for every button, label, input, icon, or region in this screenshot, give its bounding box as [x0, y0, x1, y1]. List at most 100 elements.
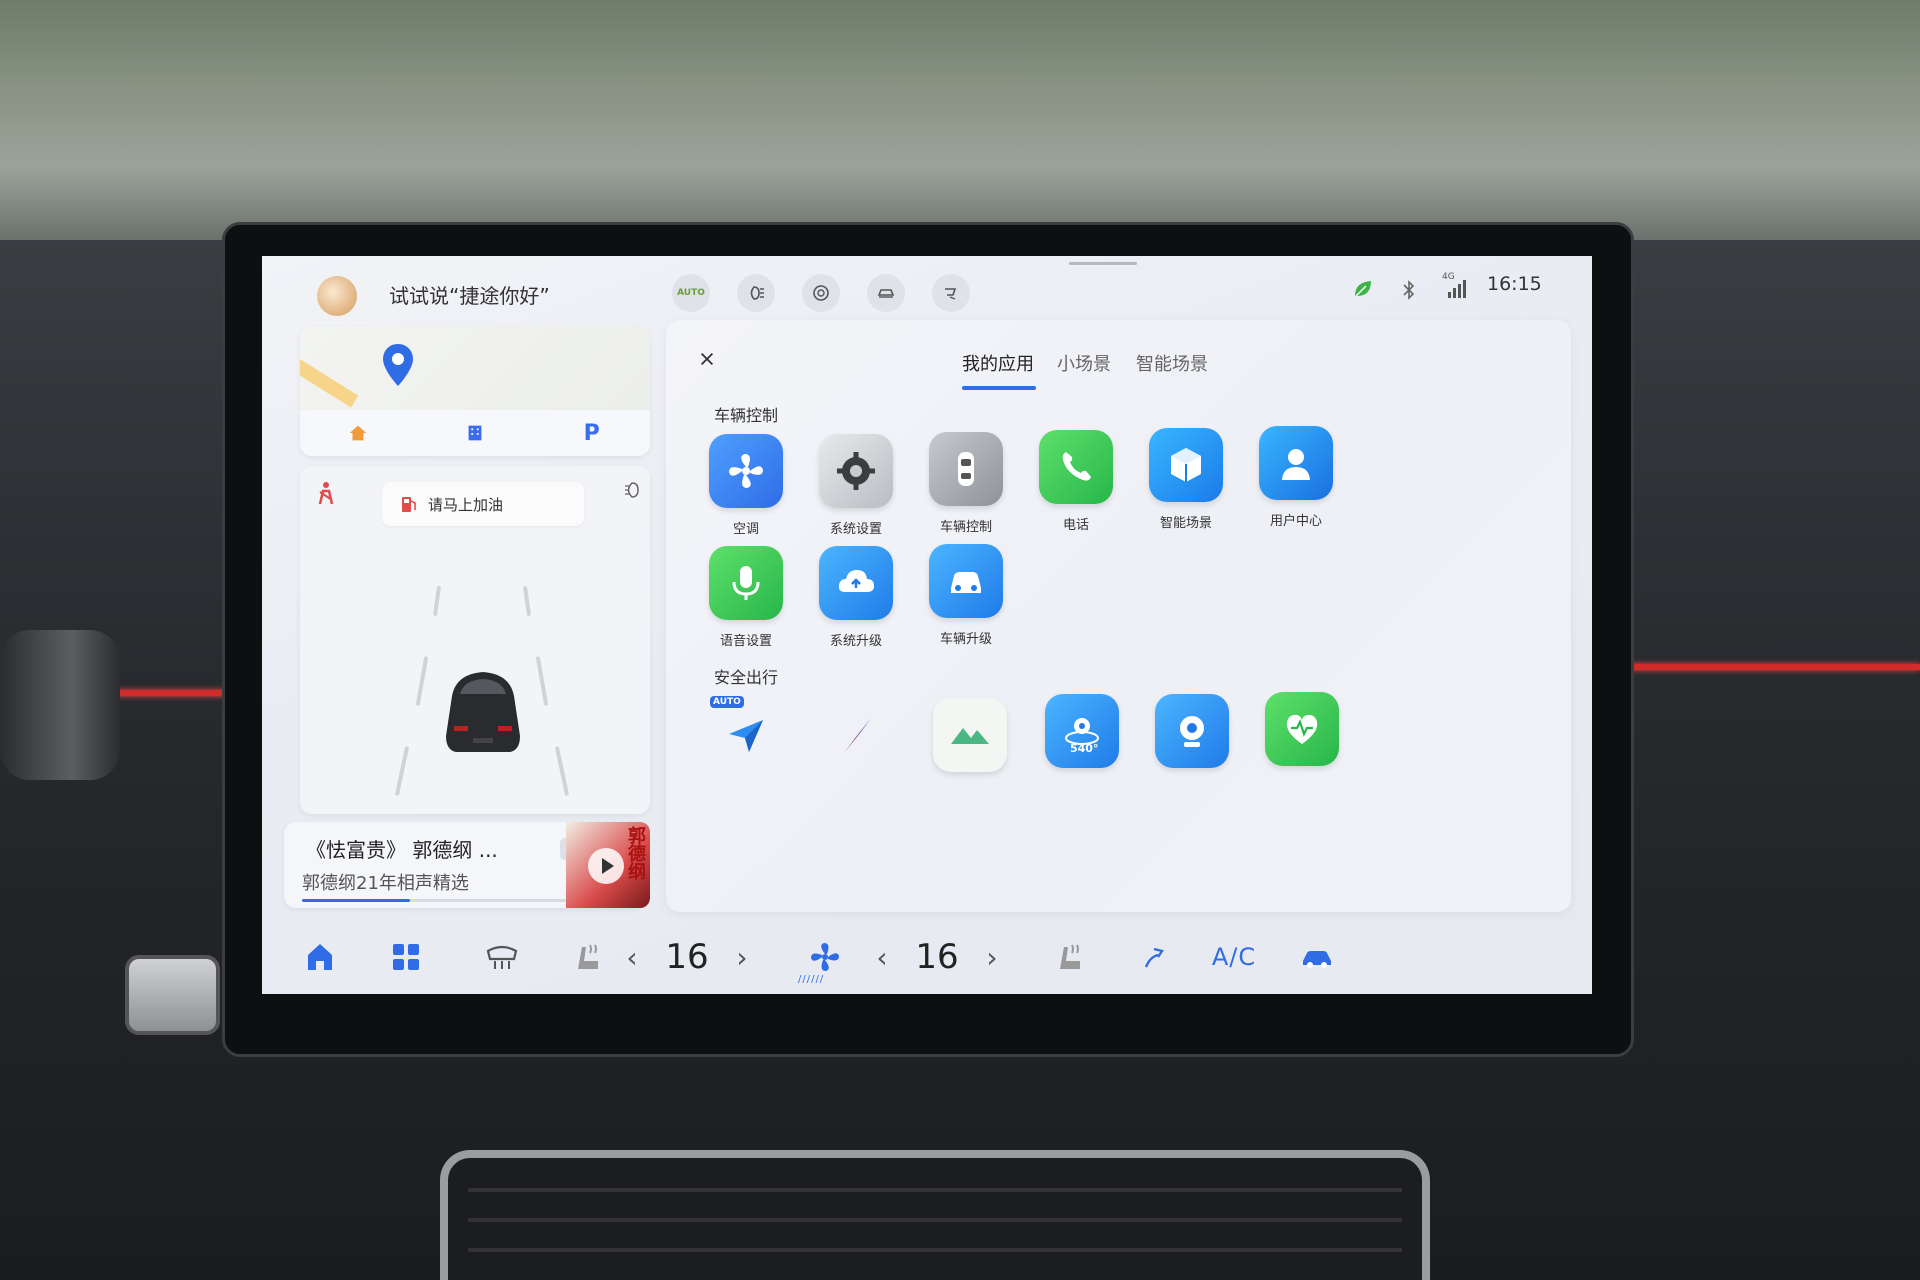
car-upgrade-icon	[929, 544, 1003, 618]
app-label: 系统升级	[829, 634, 882, 649]
mountain-icon	[933, 698, 1007, 772]
app-phone[interactable]: 电话	[1016, 430, 1136, 533]
phone-icon	[1039, 430, 1113, 504]
driver-temperature: 16	[665, 937, 709, 977]
fuel-reminder-text: 请马上加油	[428, 495, 504, 514]
section-safe-travel: 安全出行	[714, 668, 779, 687]
tire-pressure-icon[interactable]	[802, 274, 840, 312]
bluetooth-icon	[1403, 280, 1415, 300]
voice-assistant-avatar[interactable]	[317, 276, 357, 316]
driver-temp-up[interactable]: ›	[722, 920, 762, 994]
tab-smart-scenes[interactable]: 智能场景	[1136, 350, 1208, 376]
media-subtitle: 郭德纲21年相声精选	[302, 873, 469, 894]
fog-light-icon[interactable]	[737, 274, 775, 312]
home-button[interactable]	[290, 920, 350, 994]
seat-ventilation-icon[interactable]	[932, 274, 970, 312]
tab-my-apps[interactable]: 我的应用	[962, 350, 1034, 376]
app-auto-navigation[interactable]: AUTO	[686, 696, 806, 772]
app-vehicle-control[interactable]: 车辆控制	[906, 432, 1026, 535]
status-bar: 试试说“捷途你好” AUTO 4G 16:15	[262, 256, 1592, 320]
auto-headlight-icon[interactable]: AUTO	[672, 274, 710, 312]
fuel-pump-icon	[402, 497, 416, 512]
windshield-background	[0, 0, 1920, 240]
voice-hint-text[interactable]: 试试说“捷途你好”	[389, 280, 550, 309]
seat-heat-icon	[1060, 944, 1080, 969]
infotainment-screen: 试试说“捷途你好” AUTO 4G 16:15 P 请马上加油 《怯富贵》 郭德…	[262, 256, 1592, 994]
health-heart-icon	[1265, 692, 1339, 766]
app-label: 系统设置	[829, 522, 882, 537]
album-art[interactable]: 郭德纲	[566, 822, 650, 908]
fan-icon	[709, 434, 783, 508]
app-grid-button[interactable]	[376, 920, 436, 994]
app-scenic[interactable]	[910, 698, 1030, 772]
app-air-conditioner[interactable]: 空调	[686, 434, 806, 537]
user-icon	[1259, 426, 1333, 500]
car-trunk-icon[interactable]	[867, 274, 905, 312]
close-icon[interactable]	[694, 346, 720, 372]
app-vehicle-upgrade[interactable]: 车辆升级	[906, 544, 1026, 647]
company-icon[interactable]	[455, 415, 495, 451]
app-system-upgrade[interactable]: 系统升级	[796, 546, 916, 649]
app-compass[interactable]	[798, 698, 918, 772]
app-drawer-panel: 我的应用 小场景 智能场景 车辆控制 空调 系统设置 车辆控制 电话 智能场景 …	[666, 320, 1571, 912]
camera-540-badge: 540°	[1070, 742, 1099, 755]
ambient-light-right	[1612, 664, 1920, 670]
passenger-temp-down[interactable]: ‹	[862, 920, 902, 994]
lane-line	[554, 746, 570, 796]
app-health-monitor[interactable]	[1242, 692, 1362, 766]
gear-shifter	[0, 630, 120, 780]
driver-seat-heat-button[interactable]	[558, 920, 618, 994]
seat-heat-icon	[578, 944, 598, 969]
car-status-button[interactable]	[1282, 920, 1352, 994]
passenger-temp-up[interactable]: ›	[972, 920, 1012, 994]
app-user-center[interactable]: 用户中心	[1236, 426, 1356, 529]
rear-defrost-button[interactable]	[472, 920, 532, 994]
pull-down-indicator[interactable]	[1069, 262, 1137, 265]
home-icon[interactable]	[338, 415, 378, 451]
auto-navigation-icon	[709, 698, 783, 772]
start-stop-button	[125, 955, 220, 1035]
lane-line	[535, 656, 549, 706]
tab-mini-scenes[interactable]: 小场景	[1057, 350, 1111, 376]
fuel-reminder[interactable]: 请马上加油	[382, 482, 584, 526]
eco-leaf-icon	[1355, 281, 1371, 297]
air-direction-button[interactable]	[1124, 920, 1184, 994]
clock: 16:15	[1487, 273, 1542, 295]
lane-line	[432, 585, 442, 617]
microphone-icon	[709, 546, 783, 620]
app-system-settings[interactable]: 系统设置	[796, 434, 916, 537]
section-vehicle-control: 车辆控制	[714, 406, 779, 425]
ego-vehicle-icon	[446, 672, 520, 752]
map-widget[interactable]: P	[300, 326, 650, 456]
headlight-indicator-icon	[625, 482, 639, 498]
auto-headlight-label: AUTO	[677, 288, 705, 298]
map-shortcuts: P	[300, 410, 650, 456]
lane-line	[394, 746, 410, 796]
camera-540-icon	[1045, 694, 1119, 768]
app-grid-icon	[393, 944, 419, 970]
active-tab-indicator	[962, 386, 1036, 390]
app-label: 用户中心	[1269, 514, 1322, 529]
car-top-icon	[929, 432, 1003, 506]
driver-temp-down[interactable]: ‹	[612, 920, 652, 994]
app-smart-scenes[interactable]: 智能场景	[1126, 428, 1246, 531]
fan-speed-button[interactable]: //////	[790, 920, 860, 994]
passenger-temperature: 16	[915, 937, 959, 977]
media-title: 《怯富贵》 郭德纲 ...	[306, 838, 498, 862]
location-pin-icon	[383, 344, 413, 386]
app-label: 车辆升级	[939, 632, 992, 647]
play-button[interactable]	[588, 848, 624, 884]
app-voice-settings[interactable]: 语音设置	[686, 546, 806, 649]
fan-level-bars: //////	[798, 974, 825, 985]
rear-defrost-icon	[486, 945, 518, 969]
ac-toggle[interactable]: A/C	[1194, 920, 1274, 994]
media-progress-bar[interactable]	[302, 899, 602, 902]
app-540-camera[interactable]: 540°	[1022, 694, 1142, 768]
signal-strength-icon: 4G	[1442, 272, 1468, 300]
driving-scene-widget[interactable]: 请马上加油	[300, 466, 650, 814]
parking-icon[interactable]: P	[572, 415, 612, 451]
passenger-seat-heat-button[interactable]	[1040, 920, 1100, 994]
mini-map[interactable]	[300, 326, 650, 410]
app-driving-recorder[interactable]	[1132, 694, 1252, 768]
air-direction-icon	[1144, 947, 1164, 968]
